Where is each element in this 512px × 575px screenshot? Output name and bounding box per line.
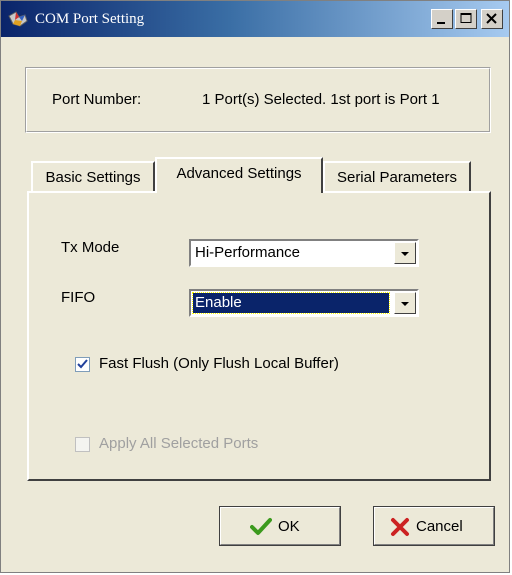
checkmark-icon [250, 517, 272, 541]
tx-mode-value: Hi-Performance [195, 244, 301, 261]
app-icon [7, 10, 29, 28]
com-port-setting-dialog: COM Port Setting Port Number: 1 Port(s) … [0, 0, 510, 573]
fifo-select[interactable]: Enable [189, 289, 419, 317]
cancel-label: Cancel [416, 518, 463, 535]
close-icon [486, 13, 497, 24]
fast-flush-label[interactable]: Fast Flush (Only Flush Local Buffer) [99, 355, 339, 372]
ok-label: OK [278, 518, 300, 535]
tab-basic-settings[interactable]: Basic Settings [31, 161, 155, 193]
advanced-settings-panel: Tx Mode Hi-Performance FIFO Enable Fast … [27, 191, 491, 481]
minimize-button[interactable] [431, 9, 453, 29]
port-number-value: 1 Port(s) Selected. 1st port is Port 1 [202, 91, 440, 108]
port-number-group: Port Number: 1 Port(s) Selected. 1st por… [25, 67, 491, 133]
maximize-button[interactable] [455, 9, 477, 29]
cancel-button[interactable]: Cancel [373, 506, 495, 546]
checkmark-icon [77, 359, 88, 369]
tab-advanced-settings[interactable]: Advanced Settings [155, 157, 323, 193]
minimize-icon [437, 22, 445, 24]
fast-flush-checkbox[interactable] [75, 357, 90, 372]
title-bar[interactable]: COM Port Setting [1, 1, 509, 37]
tx-mode-dropdown-button[interactable] [394, 242, 416, 264]
window-title: COM Port Setting [35, 11, 145, 27]
chevron-down-icon [401, 302, 409, 306]
tx-mode-select[interactable]: Hi-Performance [189, 239, 419, 267]
fifo-label: FIFO [61, 289, 96, 306]
port-number-label: Port Number: [52, 91, 142, 108]
fifo-dropdown-button[interactable] [394, 292, 416, 314]
close-button[interactable] [481, 9, 503, 29]
tab-serial-parameters[interactable]: Serial Parameters [323, 161, 471, 193]
tx-mode-label: Tx Mode [61, 239, 120, 256]
maximize-icon [460, 13, 472, 23]
apply-all-checkbox[interactable] [75, 437, 90, 452]
apply-all-label[interactable]: Apply All Selected Ports [99, 435, 258, 452]
cancel-x-icon [390, 517, 410, 541]
ok-button[interactable]: OK [219, 506, 341, 546]
chevron-down-icon [401, 252, 409, 256]
fifo-value: Enable [192, 292, 390, 314]
